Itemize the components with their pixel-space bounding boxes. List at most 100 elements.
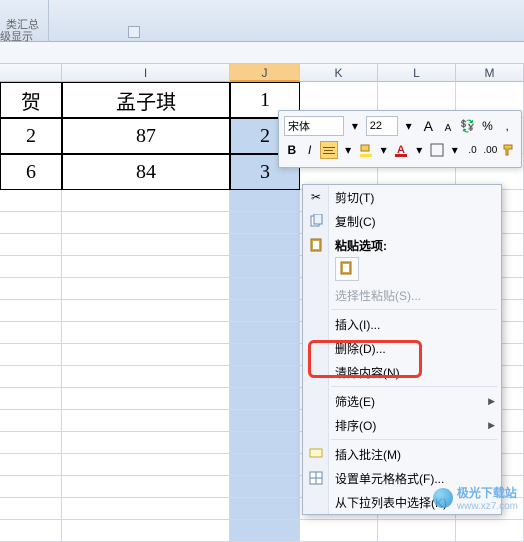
grid-cell[interactable] <box>230 366 300 388</box>
grid-cell[interactable] <box>0 300 62 322</box>
grid-cell[interactable] <box>62 366 230 388</box>
grid-cell[interactable] <box>230 520 300 542</box>
grid-cell[interactable] <box>62 344 230 366</box>
grid-cell[interactable] <box>0 256 62 278</box>
grid-cell[interactable] <box>230 256 300 278</box>
grid-cell[interactable] <box>456 520 524 542</box>
grid-cell[interactable] <box>62 432 230 454</box>
grid-cell[interactable] <box>62 300 230 322</box>
grid-cell[interactable] <box>0 278 62 300</box>
menu-filter[interactable]: 筛选(E) ▶ <box>303 389 501 413</box>
font-size-selector[interactable] <box>366 116 398 136</box>
font-color-button[interactable]: A <box>394 140 410 160</box>
chevron-right-icon: ▶ <box>488 420 495 431</box>
menu-copy[interactable]: 复制(C) <box>303 209 501 233</box>
grid-cell[interactable] <box>230 322 300 344</box>
dialog-launcher-icon[interactable] <box>128 26 140 38</box>
grid-cell[interactable] <box>62 520 230 542</box>
grid-cell[interactable] <box>0 498 62 520</box>
grid-cell[interactable] <box>230 190 300 212</box>
grid-cell[interactable] <box>230 212 300 234</box>
grid-cell[interactable]: 孟子琪 <box>62 82 230 118</box>
percent-format-button[interactable]: % <box>479 116 497 136</box>
grid-cell[interactable] <box>0 476 62 498</box>
grid-cell[interactable] <box>62 234 230 256</box>
grid-cell[interactable] <box>62 498 230 520</box>
grid-cell[interactable] <box>62 190 230 212</box>
grid-cell[interactable] <box>0 322 62 344</box>
menu-sort[interactable]: 排序(O) ▶ <box>303 413 501 437</box>
grid-cell[interactable] <box>230 234 300 256</box>
grid-cell[interactable] <box>378 520 456 542</box>
ribbon-group-label-2: 级显示 <box>0 28 33 44</box>
grid-cell[interactable] <box>62 454 230 476</box>
borders-button[interactable] <box>429 140 445 160</box>
comment-icon <box>308 446 324 462</box>
grid-cell[interactable] <box>0 344 62 366</box>
grid-cell[interactable] <box>230 344 300 366</box>
grid-cell[interactable] <box>62 256 230 278</box>
accounting-format-button[interactable]: 💱 <box>459 116 477 136</box>
grid-cell[interactable] <box>230 300 300 322</box>
grid-cell[interactable] <box>0 212 62 234</box>
grid-cell[interactable] <box>0 410 62 432</box>
grid-cell[interactable] <box>230 498 300 520</box>
grid-cell[interactable] <box>0 234 62 256</box>
grid-cell[interactable] <box>0 432 62 454</box>
fill-color-button[interactable] <box>358 140 374 160</box>
comma-format-button[interactable]: , <box>498 116 516 136</box>
decrease-decimal-button[interactable]: .0 <box>465 140 481 160</box>
grid-cell[interactable] <box>230 388 300 410</box>
column-header[interactable] <box>0 64 62 82</box>
grid-cell[interactable] <box>230 432 300 454</box>
grid-cell[interactable] <box>230 278 300 300</box>
italic-button[interactable]: I <box>302 140 318 160</box>
grid-cell[interactable] <box>62 278 230 300</box>
column-header[interactable]: J <box>230 64 300 82</box>
paste-option-button[interactable] <box>335 257 359 281</box>
formula-bar[interactable] <box>0 42 524 64</box>
grid-cell[interactable] <box>230 410 300 432</box>
grow-font-button[interactable]: A <box>419 116 437 136</box>
dropdown-icon[interactable]: ▾ <box>400 116 418 136</box>
dropdown-icon[interactable]: ▾ <box>376 140 392 160</box>
grid-cell[interactable] <box>62 212 230 234</box>
column-header[interactable]: K <box>300 64 378 82</box>
menu-clear-contents[interactable]: 清除内容(N) <box>303 360 501 384</box>
menu-insert[interactable]: 插入(I)... <box>303 312 501 336</box>
bold-button[interactable]: B <box>284 140 300 160</box>
grid-cell[interactable] <box>0 190 62 212</box>
grid-cell[interactable] <box>62 410 230 432</box>
shrink-font-button[interactable]: A <box>439 118 457 138</box>
dropdown-icon[interactable]: ▾ <box>411 140 427 160</box>
grid-cell[interactable] <box>230 476 300 498</box>
increase-decimal-button[interactable]: .00 <box>482 140 498 160</box>
grid-cell[interactable]: 87 <box>62 118 230 154</box>
dropdown-icon[interactable]: ▾ <box>447 140 463 160</box>
grid-cell[interactable] <box>62 388 230 410</box>
column-header[interactable]: L <box>378 64 456 82</box>
font-name-selector[interactable] <box>284 116 344 136</box>
menu-insert-comment[interactable]: 插入批注(M) <box>303 442 501 466</box>
grid-cell[interactable] <box>62 476 230 498</box>
grid-cell[interactable] <box>0 388 62 410</box>
column-header[interactable]: M <box>456 64 524 82</box>
grid-cell[interactable] <box>230 454 300 476</box>
grid-cell[interactable]: 2 <box>0 118 62 154</box>
grid-cell[interactable]: 6 <box>0 154 62 190</box>
menu-delete[interactable]: 删除(D)... <box>303 336 501 360</box>
menu-cut[interactable]: ✂ 剪切(T) <box>303 185 501 209</box>
grid-cell[interactable]: 贺 <box>0 82 62 118</box>
column-header[interactable]: I <box>62 64 230 82</box>
grid-cell[interactable] <box>0 454 62 476</box>
format-painter-button[interactable] <box>500 140 516 160</box>
watermark-text: 极光下载站 <box>457 484 518 501</box>
grid-cell[interactable] <box>300 520 378 542</box>
grid-cell[interactable] <box>0 366 62 388</box>
grid-cell[interactable]: 84 <box>62 154 230 190</box>
dropdown-icon[interactable]: ▾ <box>340 140 356 160</box>
grid-cell[interactable] <box>0 520 62 542</box>
grid-cell[interactable] <box>62 322 230 344</box>
dropdown-icon[interactable]: ▾ <box>346 116 364 136</box>
center-align-button[interactable] <box>320 141 339 159</box>
